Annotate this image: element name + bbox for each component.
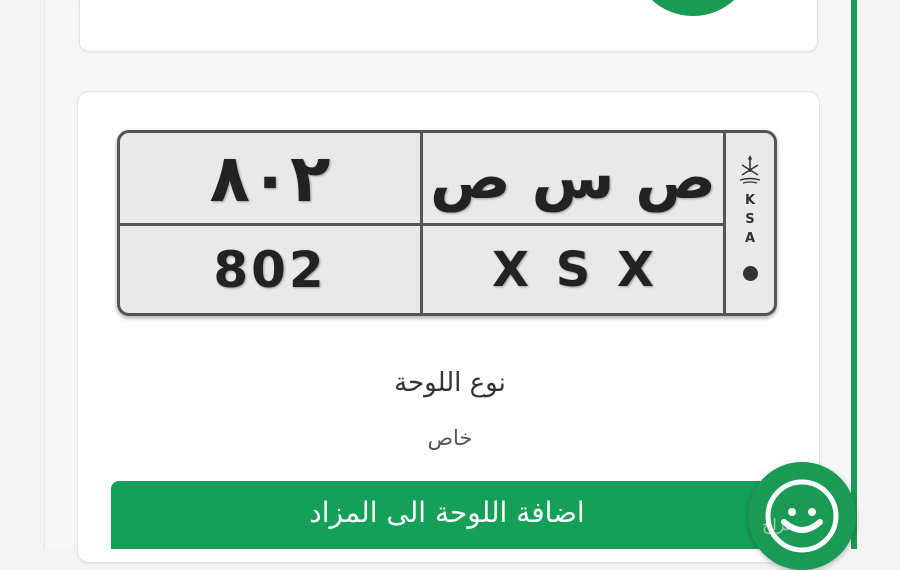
plate-dot <box>742 266 758 281</box>
plate-type-label: نوع اللوحة <box>394 368 506 398</box>
site-watermark: حراج <box>762 515 796 534</box>
plate-country-strip: K S A <box>726 133 774 313</box>
plate-letters-arabic: ص س ص <box>430 143 716 213</box>
license-plate: ٨٠٢ ص س ص 802 X S X K S A <box>117 130 777 316</box>
add-to-auction-label: اضافة اللوحة الى المزاد <box>309 495 585 529</box>
plate-number-latin: 802 <box>213 240 327 299</box>
plate-type-value: خاص <box>427 426 473 450</box>
country-letter: A <box>744 231 756 246</box>
country-letter: K <box>744 193 756 208</box>
country-letter: S <box>745 212 755 227</box>
plate-letters-latin: X S X <box>491 241 654 298</box>
accent-rail <box>851 0 857 549</box>
saudi-emblem-icon <box>739 155 761 184</box>
plate-number-arabic: ٨٠٢ <box>209 139 331 217</box>
country-code: K S A <box>745 191 755 248</box>
add-to-auction-button[interactable]: اضافة اللوحة الى المزاد <box>111 481 783 549</box>
